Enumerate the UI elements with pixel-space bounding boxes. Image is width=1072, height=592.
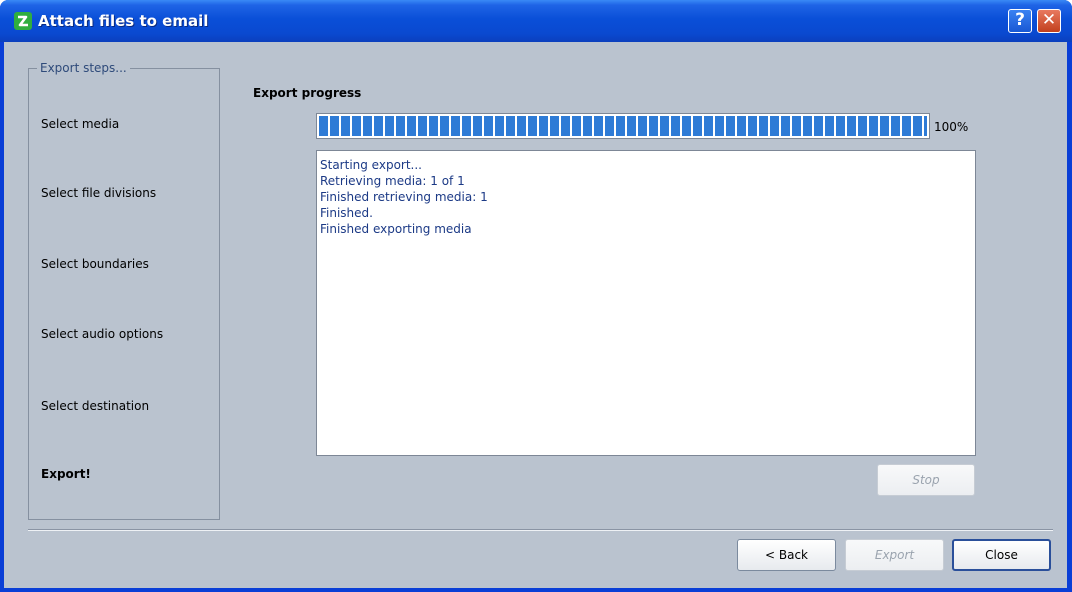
log-line: Starting export...	[320, 158, 422, 172]
export-progress-label: Export progress	[253, 86, 362, 100]
log-line: Finished exporting media	[320, 222, 472, 236]
back-button[interactable]: < Back	[737, 539, 836, 571]
footer-separator	[28, 529, 1053, 531]
step-select-media: Select media	[41, 117, 120, 131]
close-window-button[interactable]: ✕	[1037, 9, 1061, 33]
log-line: Retrieving media: 1 of 1	[320, 174, 465, 188]
step-select-audio-options: Select audio options	[41, 327, 164, 341]
step-select-destination: Select destination	[41, 399, 150, 413]
log-line: Finished.	[320, 206, 373, 220]
step-select-boundaries: Select boundaries	[41, 257, 149, 271]
title-bar[interactable]: Attach files to email ? ✕	[0, 0, 1072, 42]
export-steps-legend: Export steps...	[37, 61, 130, 75]
step-select-file-divisions: Select file divisions	[41, 186, 157, 200]
export-button[interactable]: Export	[845, 539, 944, 571]
export-steps-group: Export steps... Select media Select file…	[28, 61, 220, 520]
close-button[interactable]: Close	[952, 539, 1051, 571]
dialog-body: Export steps... Select media Select file…	[4, 42, 1067, 588]
dialog-window: Attach files to email ? ✕ Export steps..…	[0, 0, 1072, 592]
app-logo-icon	[14, 12, 32, 30]
stop-button[interactable]: Stop	[877, 464, 975, 496]
export-progress-bar	[316, 113, 930, 139]
progress-percent: 100%	[934, 120, 969, 134]
progress-bar-fill	[319, 116, 927, 136]
help-button[interactable]: ?	[1008, 9, 1032, 33]
export-log[interactable]: Starting export... Retrieving media: 1 o…	[316, 150, 976, 456]
window-title: Attach files to email	[38, 12, 209, 30]
log-line: Finished retrieving media: 1	[320, 190, 488, 204]
step-export: Export!	[41, 467, 91, 481]
